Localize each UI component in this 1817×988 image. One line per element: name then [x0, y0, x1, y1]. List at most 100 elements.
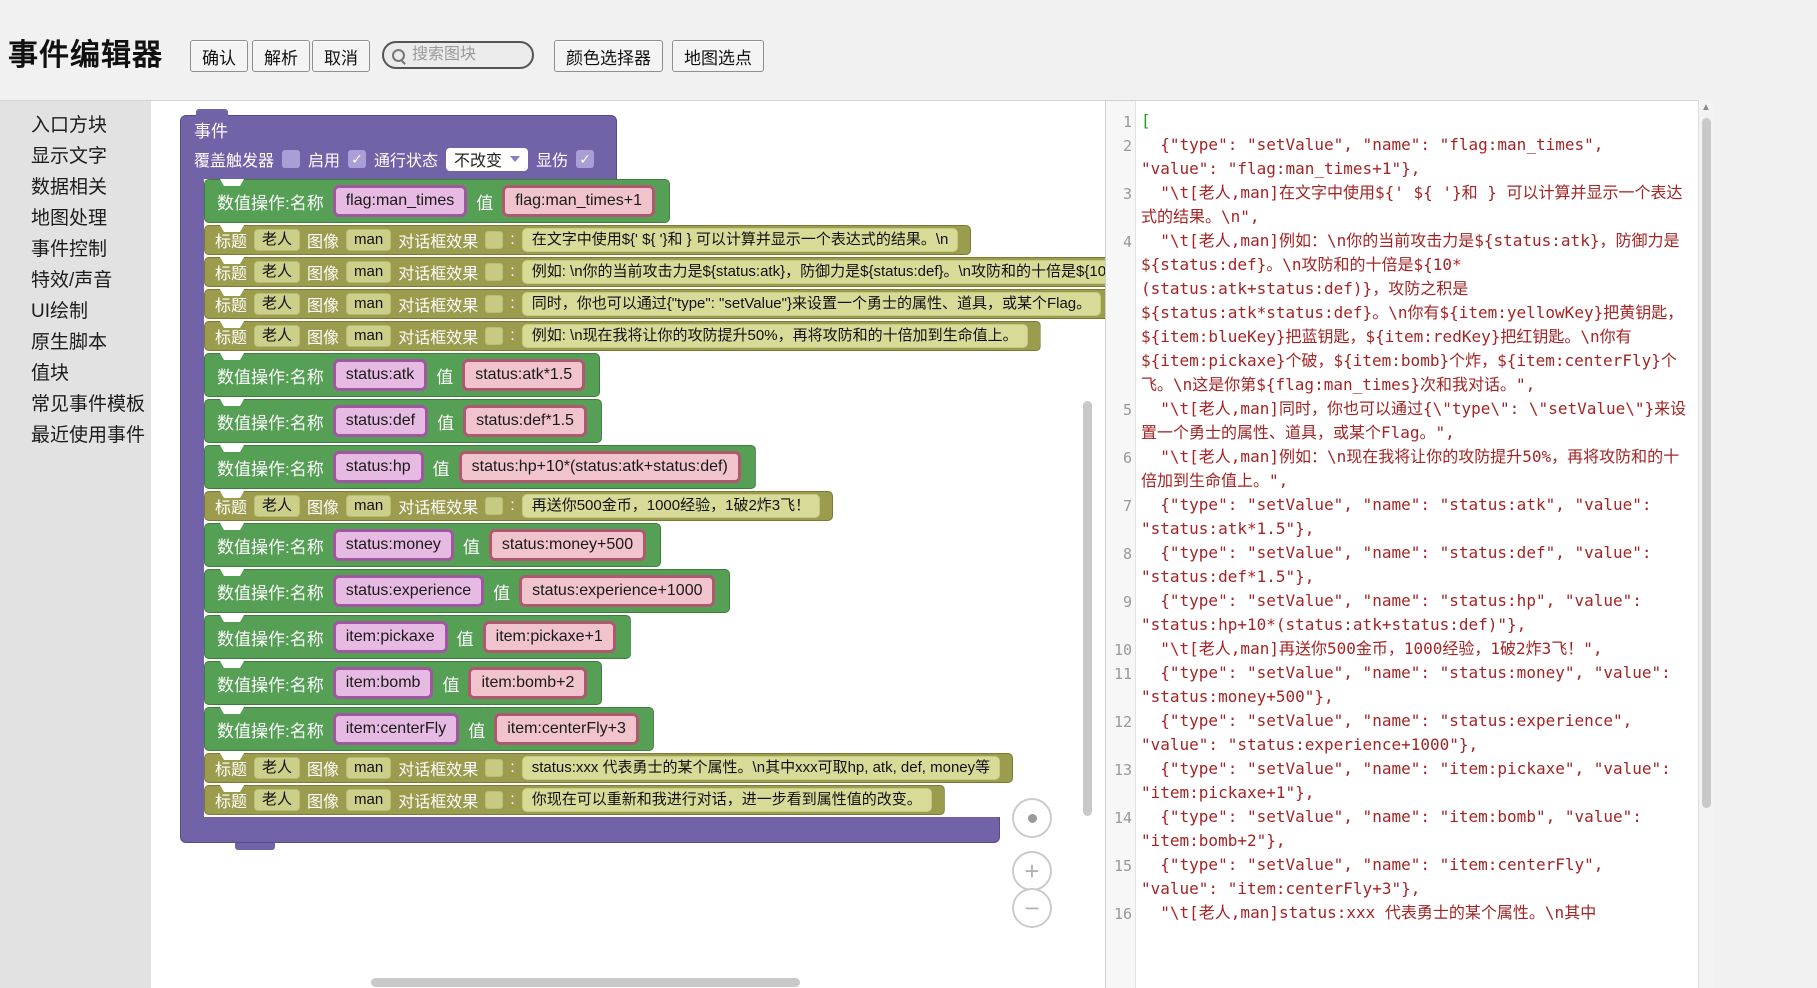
dialog-effect-checkbox[interactable] [485, 497, 503, 515]
setvalue-name-field[interactable]: item:pickaxe [333, 621, 448, 653]
setvalue-block[interactable]: 数值操作:名称 status:experience 值 status:exper… [204, 569, 730, 613]
dialog-text-block[interactable]: 标题 老人 图像 man 对话框效果 : 再送你500金币，1000经验，1破2… [204, 491, 833, 521]
dialog-text-field[interactable]: 你现在可以重新和我进行对话，进一步看到属性值的改变。 [522, 788, 932, 812]
setvalue-value-field[interactable]: status:hp+10*(status:atk+status:def) [459, 451, 741, 483]
dialog-text-field[interactable]: 同时，你也可以通过{"type": "setValue"}来设置一个勇士的属性、… [522, 292, 1101, 316]
setvalue-block[interactable]: 数值操作:名称 status:atk 值 status:atk*1.5 [204, 353, 600, 397]
setvalue-block[interactable]: 数值操作:名称 item:pickaxe 值 item:pickaxe+1 [204, 615, 631, 659]
setvalue-block[interactable]: 数值操作:名称 flag:man_times 值 flag:man_times+… [204, 179, 670, 223]
dialog-title-field[interactable]: 老人 [254, 261, 300, 283]
setvalue-block[interactable]: 数值操作:名称 status:hp 值 status:hp+10*(status… [204, 445, 756, 489]
dialog-text-block[interactable]: 标题 老人 图像 man 对话框效果 : status:xxx 代表勇士的某个属… [204, 753, 1013, 783]
setvalue-value-field[interactable]: status:experience+1000 [519, 575, 715, 607]
dialog-effect-checkbox[interactable] [485, 231, 503, 249]
dialog-title-field[interactable]: 老人 [254, 757, 300, 779]
dialog-effect-checkbox[interactable] [485, 295, 503, 313]
dialog-image-field[interactable]: man [346, 757, 391, 779]
show-damage-checkbox[interactable]: ✓ [576, 150, 594, 168]
dialog-text-block[interactable]: 标题 老人 图像 man 对话框效果 : 在文字中使用${' ${ '}和 } … [204, 225, 971, 255]
setvalue-block[interactable]: 数值操作:名称 item:bomb 值 item:bomb+2 [204, 661, 602, 705]
dialog-text-field[interactable]: status:xxx 代表勇士的某个属性。\n其中xxx可取hp, atk, d… [522, 756, 1000, 780]
sidebar-category-item[interactable]: 数据相关 [0, 172, 151, 203]
dialog-image-field[interactable]: man [346, 495, 391, 517]
block-search-box[interactable] [382, 41, 534, 69]
setvalue-value-field[interactable]: flag:man_times+1 [502, 185, 655, 217]
dialog-text-block[interactable]: 标题 老人 图像 man 对话框效果 : 同时，你也可以通过{"type": "… [204, 289, 1105, 319]
code-scrollbar-thumb[interactable] [1702, 118, 1711, 808]
dialog-image-field[interactable]: man [346, 293, 391, 315]
dialog-effect-checkbox[interactable] [485, 327, 503, 345]
dialog-title-field[interactable]: 老人 [254, 495, 300, 517]
setvalue-name-field[interactable]: flag:man_times [333, 185, 468, 217]
dialog-effect-checkbox[interactable] [485, 263, 503, 281]
scroll-up-arrow-icon[interactable]: ▲ [1699, 100, 1713, 116]
setvalue-name-field[interactable]: status:hp [333, 451, 424, 483]
setvalue-name-field[interactable]: status:atk [333, 359, 427, 391]
sidebar-category-item[interactable]: 常见事件模板 [0, 389, 151, 420]
dialog-image-field[interactable]: man [346, 261, 391, 283]
setvalue-block[interactable]: 数值操作:名称 status:def 值 status:def*1.5 [204, 399, 602, 443]
dialog-title-field[interactable]: 老人 [254, 325, 300, 347]
dialog-text-block[interactable]: 标题 老人 图像 man 对话框效果 : 例如: \n现在我将让你的攻防提升50… [204, 321, 1041, 351]
dialog-title-field[interactable]: 老人 [254, 789, 300, 811]
sidebar-category-item[interactable]: 原生脚本 [0, 327, 151, 358]
map-pick-button[interactable]: 地图选点 [672, 40, 764, 72]
sidebar-category-item[interactable]: 最近使用事件 [0, 420, 151, 451]
event-block[interactable]: 事件 覆盖触发器 ✓ 启用 ✓ 通行状态 不改变 显伤 ✓ 数值操作:名称 fl… [180, 115, 1105, 850]
pass-state-dropdown[interactable]: 不改变 [446, 148, 528, 171]
dialog-text-field[interactable]: 例如: \n你的当前攻击力是${status:atk}，防御力是${status… [522, 260, 1105, 284]
dialog-text-field[interactable]: 例如: \n现在我将让你的攻防提升50%，再将攻防和的十倍加到生命值上。 [522, 324, 1028, 348]
setvalue-name-field[interactable]: status:def [333, 405, 428, 437]
recenter-button[interactable] [1012, 798, 1052, 838]
dialog-effect-checkbox[interactable] [485, 791, 503, 809]
setvalue-value-field[interactable]: item:centerFly+3 [494, 713, 639, 745]
setvalue-value-field[interactable]: status:money+500 [489, 529, 646, 561]
parse-button[interactable]: 解析 [252, 40, 310, 72]
sidebar-category-item[interactable]: 地图处理 [0, 203, 151, 234]
setvalue-value-field[interactable]: status:atk*1.5 [462, 359, 585, 391]
setvalue-name-field[interactable]: item:centerFly [333, 713, 459, 745]
dialog-image-field[interactable]: man [346, 789, 391, 811]
dialog-title-field[interactable]: 老人 [254, 293, 300, 315]
line-number: 5 [1106, 398, 1132, 422]
workspace-horizontal-scrollbar[interactable] [371, 978, 800, 987]
enabled-checkbox[interactable]: ✓ [348, 150, 366, 168]
setvalue-value-field[interactable]: status:def*1.5 [463, 405, 587, 437]
sidebar-category-item[interactable]: UI绘制 [0, 296, 151, 327]
dialog-image-field[interactable]: man [346, 325, 391, 347]
zoom-out-button[interactable]: − [1012, 888, 1052, 928]
dialog-text-block[interactable]: 标题 老人 图像 man 对话框效果 : 例如: \n你的当前攻击力是${sta… [204, 257, 1105, 287]
workspace-vertical-scrollbar[interactable] [1083, 401, 1092, 816]
dialog-title-field[interactable]: 老人 [254, 229, 300, 251]
color-picker-button[interactable]: 颜色选择器 [554, 40, 663, 72]
event-block-header[interactable]: 事件 覆盖触发器 ✓ 启用 ✓ 通行状态 不改变 显伤 ✓ [180, 115, 617, 179]
code-text-area[interactable]: [ {"type": "setValue", "name": "flag:man… [1136, 101, 1698, 988]
sidebar-category-item[interactable]: 特效/声音 [0, 265, 151, 296]
dialog-text-block[interactable]: 标题 老人 图像 man 对话框效果 : 你现在可以重新和我进行对话，进一步看到… [204, 785, 945, 815]
confirm-button[interactable]: 确认 [190, 40, 248, 72]
setvalue-block[interactable]: 数值操作:名称 status:money 值 status:money+500 [204, 523, 661, 567]
cancel-button[interactable]: 取消 [312, 40, 370, 72]
sidebar-category-item[interactable]: 值块 [0, 358, 151, 389]
dialog-effect-checkbox[interactable] [485, 759, 503, 777]
toolbar: 事件编辑器 确认 解析 取消 颜色选择器 地图选点 [0, 0, 1817, 100]
setvalue-name-field[interactable]: item:bomb [333, 667, 434, 699]
sidebar-category-item[interactable]: 入口方块 [0, 110, 151, 141]
dialog-text-field[interactable]: 再送你500金币，1000经验，1破2炸3飞！ [522, 494, 820, 518]
json-code-editor[interactable]: 12345678910111213141516 [ {"type": "setV… [1105, 100, 1698, 988]
search-input[interactable] [410, 45, 524, 65]
dialog-text-field[interactable]: 在文字中使用${' ${ '}和 } 可以计算并显示一个表达式的结果。\n [522, 228, 959, 252]
code-editor-scrollbar[interactable]: ▲ [1698, 100, 1713, 988]
block-workspace[interactable]: 事件 覆盖触发器 ✓ 启用 ✓ 通行状态 不改变 显伤 ✓ 数值操作:名称 fl… [151, 100, 1105, 988]
sidebar-category-item[interactable]: 显示文字 [0, 141, 151, 172]
sidebar-category-item[interactable]: 事件控制 [0, 234, 151, 265]
zoom-in-button[interactable]: + [1012, 851, 1052, 891]
dialog-image-field[interactable]: man [346, 229, 391, 251]
override-trigger-checkbox[interactable]: ✓ [282, 150, 300, 168]
setvalue-value-field[interactable]: item:pickaxe+1 [483, 621, 616, 653]
minus-icon: − [1024, 895, 1039, 921]
setvalue-name-field[interactable]: status:money [333, 529, 454, 561]
setvalue-block[interactable]: 数值操作:名称 item:centerFly 值 item:centerFly+… [204, 707, 654, 751]
setvalue-value-field[interactable]: item:bomb+2 [468, 667, 587, 699]
setvalue-name-field[interactable]: status:experience [333, 575, 484, 607]
